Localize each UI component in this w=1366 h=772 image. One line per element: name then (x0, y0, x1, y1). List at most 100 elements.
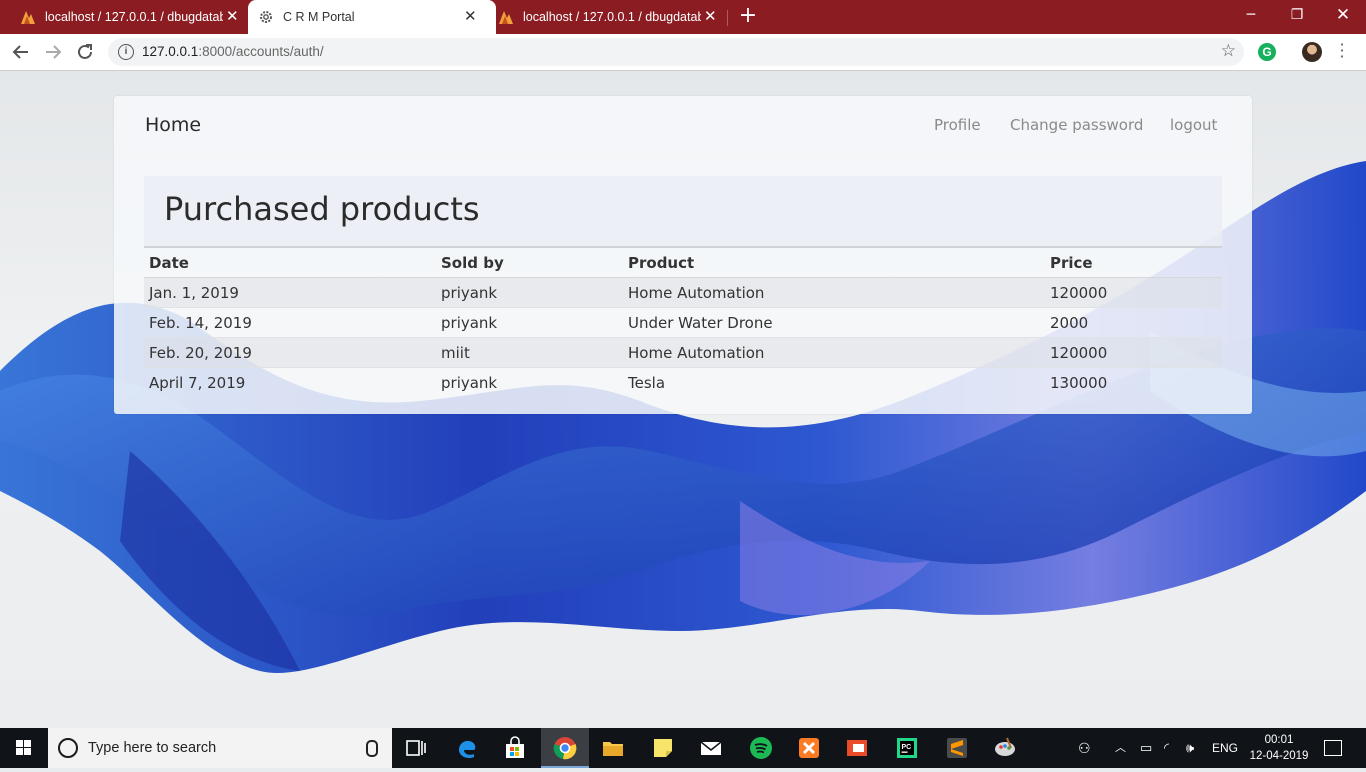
cell-sold-by: miit (436, 337, 623, 368)
tab-separator (727, 10, 728, 26)
tab-phpmyadmin-1[interactable]: localhost / 127.0.0.1 / dbugdatab ✕ (12, 0, 252, 34)
grammarly-icon[interactable]: G (1258, 43, 1276, 61)
purchased-products-table: Date Sold by Product Price Jan. 1, 2019 … (144, 248, 1222, 397)
store-icon[interactable] (503, 736, 527, 760)
change-password-link[interactable]: Change password (1010, 116, 1143, 134)
reload-icon (78, 44, 92, 59)
logout-link[interactable]: logout (1170, 116, 1217, 134)
bookmark-star-icon[interactable]: ☆ (1221, 41, 1236, 61)
table-row: Feb. 14, 2019 priyank Under Water Drone … (144, 307, 1222, 338)
cell-price: 130000 (1050, 373, 1108, 392)
close-window-button[interactable]: ✕ (1320, 0, 1366, 30)
cortana-icon (58, 738, 78, 758)
cell-date: April 7, 2019 (149, 373, 246, 392)
sticky-notes-icon[interactable] (651, 736, 675, 760)
profile-avatar[interactable] (1302, 42, 1322, 62)
phpmyadmin-icon (499, 11, 513, 24)
site-navbar: Home Profile Change password logout (129, 96, 1237, 152)
url-host: 127.0.0.1 (142, 44, 199, 59)
spotify-icon[interactable] (749, 736, 773, 760)
file-explorer-icon[interactable] (601, 736, 625, 760)
wifi-icon[interactable]: ◜ (1164, 728, 1169, 768)
xampp-icon[interactable] (797, 736, 821, 760)
tab-title: localhost / 127.0.0.1 / dbugdatab (45, 10, 223, 24)
sublime-text-icon[interactable] (945, 736, 969, 760)
tab-title: localhost / 127.0.0.1 / dbugdatab (523, 10, 701, 24)
home-link[interactable]: Home (145, 114, 201, 136)
cell-product: Tesla (628, 373, 666, 392)
taskbar-search[interactable]: Type here to search (48, 728, 392, 768)
task-view-icon[interactable] (404, 736, 428, 760)
table-header-row: Date Sold by Product Price (144, 248, 1222, 278)
column-header-date: Date (144, 248, 436, 278)
tab-title: C R M Portal (283, 10, 355, 24)
url-text[interactable]: 127.0.0.1:8000/accounts/auth/ (142, 38, 324, 66)
tab-crm-portal[interactable]: C R M Portal ✕ (248, 0, 496, 34)
system-clock[interactable]: 00:01 12-04-2019 (1248, 732, 1310, 764)
chevron-up-icon[interactable]: ︿ (1115, 728, 1126, 768)
cell-price: 120000 (1045, 337, 1222, 368)
column-header-price: Price (1045, 248, 1222, 278)
cell-sold-by: priyank (436, 307, 623, 338)
windows-taskbar: Type here to search PC ⚇ ︿ ▭ ◜ 🕪 ENG 00:… (0, 728, 1366, 768)
clock-date: 12-04-2019 (1249, 750, 1309, 762)
cell-sold-by: priyank (441, 373, 498, 392)
people-icon[interactable]: ⚇ (1078, 728, 1091, 768)
close-icon[interactable]: ✕ (226, 0, 239, 34)
close-icon[interactable]: ✕ (704, 0, 717, 34)
edge-icon[interactable] (455, 736, 479, 760)
svg-text:PC: PC (902, 744, 912, 751)
paint-icon[interactable] (993, 736, 1017, 760)
url-path: :8000/accounts/auth/ (198, 44, 324, 59)
cell-price: 2000 (1045, 307, 1222, 338)
phpmyadmin-icon (21, 11, 35, 24)
table-row: April 7, 2019 priyank Tesla 130000 (144, 368, 1222, 398)
cell-date: Feb. 14, 2019 (144, 307, 436, 338)
cell-date: Feb. 20, 2019 (144, 337, 436, 368)
new-tab-button[interactable]: + (738, 5, 758, 27)
address-bar[interactable]: i 127.0.0.1:8000/accounts/auth/ ☆ (108, 38, 1244, 66)
chrome-icon[interactable] (553, 736, 577, 760)
restore-button[interactable]: ❐ (1274, 0, 1320, 30)
start-button[interactable] (0, 728, 48, 768)
cell-product: Home Automation (623, 277, 1045, 308)
content-card: Home Profile Change password logout Purc… (114, 96, 1252, 414)
tab-phpmyadmin-2[interactable]: localhost / 127.0.0.1 / dbugdatab ✕ (490, 0, 730, 34)
cell-sold-by: priyank (436, 277, 623, 308)
profile-link[interactable]: Profile (934, 116, 981, 134)
page-title: Purchased products (164, 190, 480, 228)
windows-logo-icon (16, 740, 31, 755)
microphone-icon[interactable] (366, 740, 378, 757)
browser-toolbar: i 127.0.0.1:8000/accounts/auth/ ☆ G · · · (0, 34, 1366, 71)
table-row: Jan. 1, 2019 priyank Home Automation 120… (144, 277, 1222, 308)
volume-icon[interactable]: 🕪 (1186, 728, 1194, 768)
column-header-sold-by: Sold by (436, 248, 623, 278)
menu-dots-icon[interactable]: · · · (1338, 37, 1346, 65)
mail-icon[interactable] (699, 736, 723, 760)
presentation-app-icon[interactable] (845, 736, 869, 760)
action-center-icon[interactable] (1324, 740, 1342, 756)
back-button[interactable] (9, 40, 33, 64)
language-indicator[interactable]: ENG (1212, 728, 1238, 768)
close-icon[interactable]: ✕ (464, 0, 477, 34)
cell-product: Home Automation (623, 337, 1045, 368)
arrow-left-icon (12, 45, 28, 59)
battery-icon[interactable]: ▭ (1140, 728, 1152, 768)
cell-date: Jan. 1, 2019 (144, 277, 436, 308)
cell-price: 120000 (1045, 277, 1222, 308)
minimize-button[interactable]: ─ (1228, 0, 1274, 30)
info-icon[interactable]: i (118, 44, 134, 60)
table-row: Feb. 20, 2019 miit Home Automation 12000… (144, 337, 1222, 368)
arrow-right-icon (46, 45, 62, 59)
search-placeholder: Type here to search (88, 740, 217, 756)
tab-strip: localhost / 127.0.0.1 / dbugdatab ✕ C R … (0, 0, 1366, 34)
cell-product: Under Water Drone (623, 307, 1045, 338)
reload-button[interactable] (73, 40, 97, 64)
page-header: Purchased products (144, 176, 1222, 248)
clock-time: 00:01 (1264, 734, 1294, 746)
page-viewport: Home Profile Change password logout Purc… (0, 71, 1366, 728)
forward-button[interactable] (41, 40, 65, 64)
gear-icon (260, 11, 272, 23)
pycharm-icon[interactable]: PC (895, 736, 919, 760)
column-header-product: Product (623, 248, 1045, 278)
